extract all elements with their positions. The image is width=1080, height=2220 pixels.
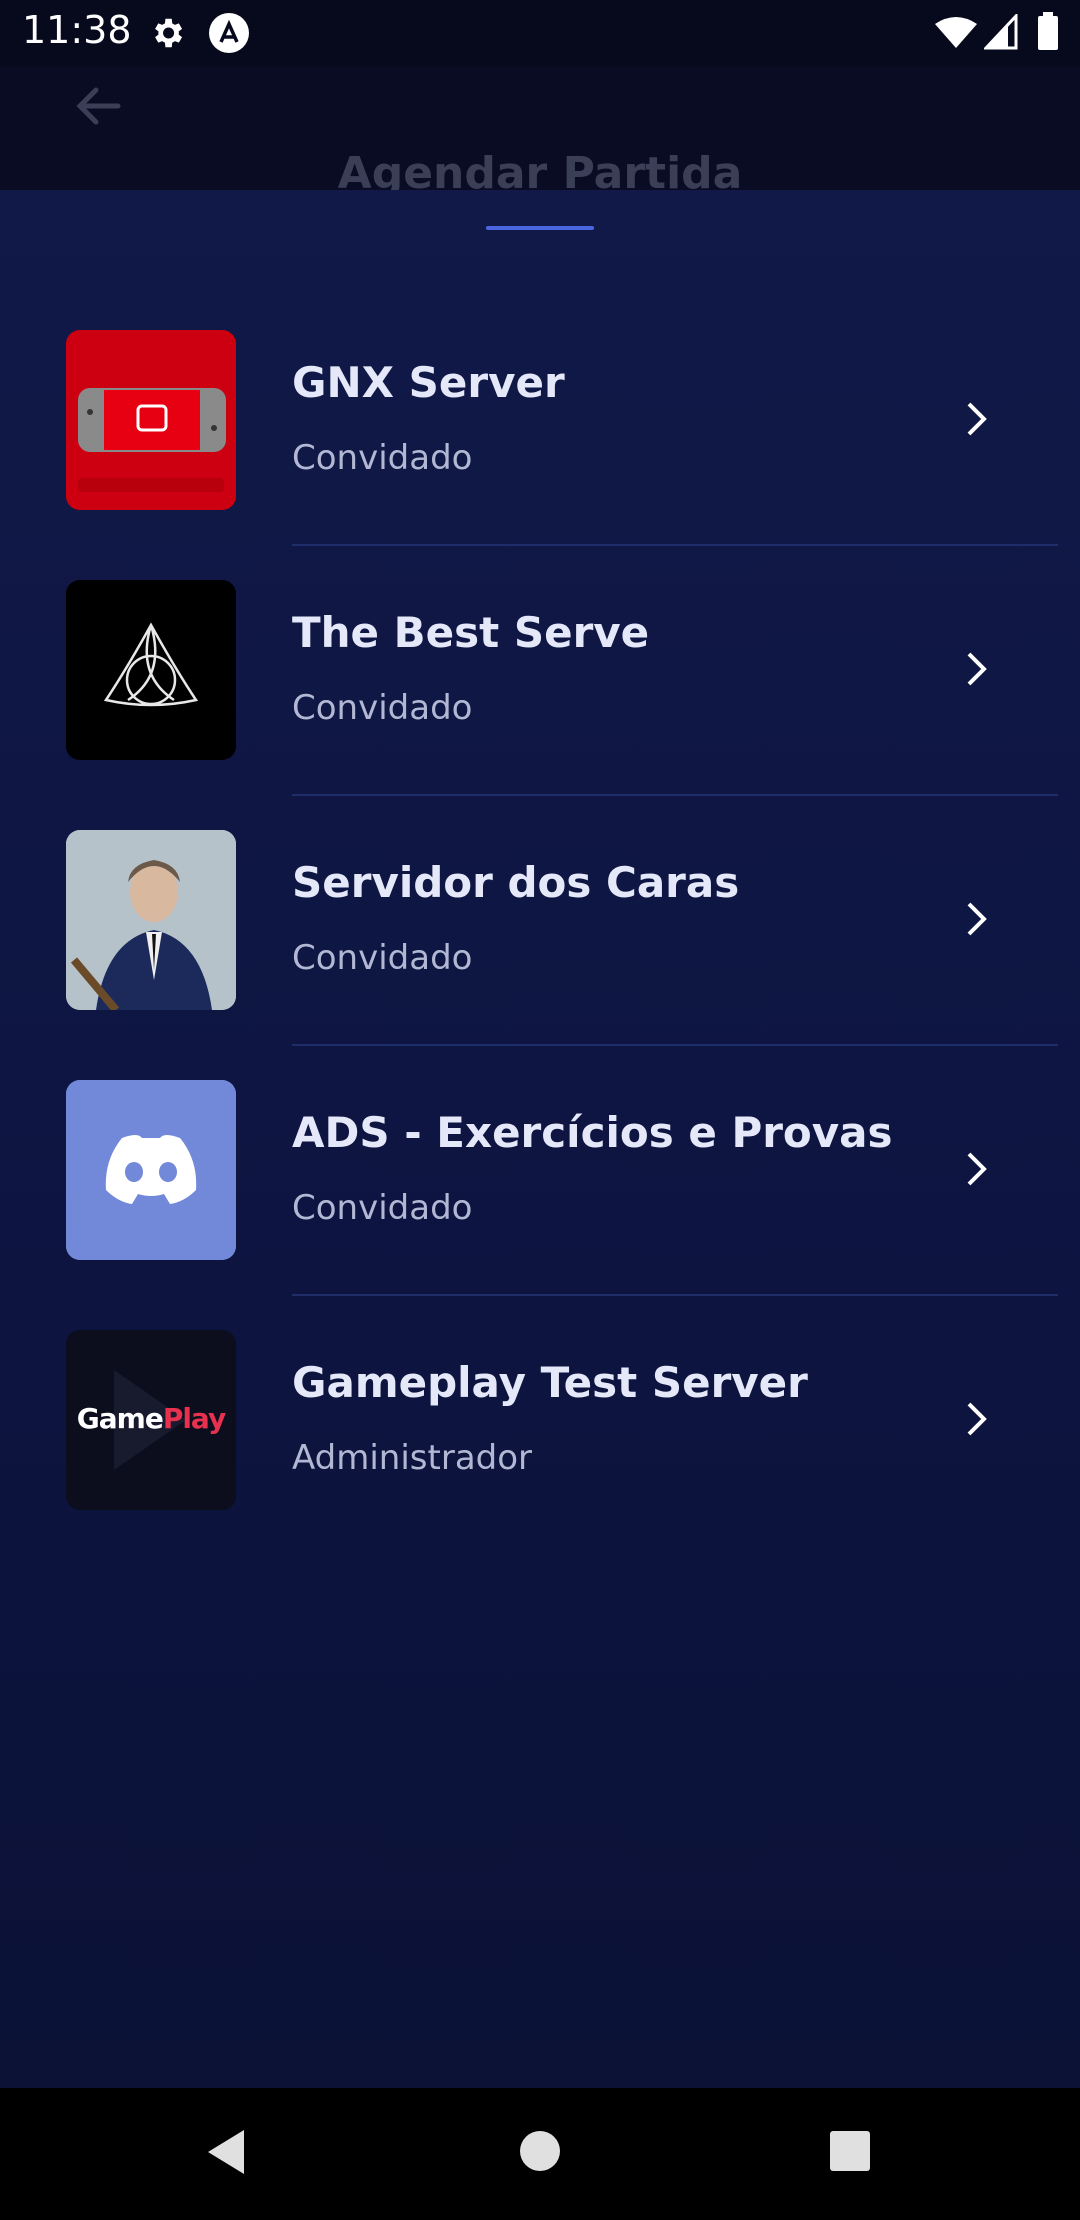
triquetra-icon bbox=[66, 580, 236, 760]
gameplay-logo: GamePlay bbox=[66, 1330, 236, 1510]
chevron-right-icon bbox=[965, 1400, 989, 1442]
divider bbox=[292, 544, 1058, 546]
gameplay-logo-text: GamePlay bbox=[66, 1402, 236, 1435]
server-name: GNX Server bbox=[292, 358, 565, 407]
server-role: Convidado bbox=[292, 938, 473, 978]
chevron-right-icon bbox=[965, 900, 989, 942]
system-nav-bar bbox=[0, 2088, 1080, 2220]
list-item-server[interactable]: Servidor dos Caras Convidado bbox=[0, 830, 1080, 1080]
status-bar: 11:38 bbox=[0, 0, 1080, 66]
back-arrow-icon[interactable] bbox=[74, 86, 122, 130]
server-role: Convidado bbox=[292, 438, 473, 478]
list-item-server[interactable]: The Best Serve Convidado bbox=[0, 580, 1080, 830]
list-item-server[interactable]: ADS - Exercícios e Provas Convidado bbox=[0, 1080, 1080, 1330]
server-role: Convidado bbox=[292, 1188, 473, 1228]
gameplay-logo-text-play: Play bbox=[162, 1402, 226, 1435]
chevron-right-icon bbox=[965, 1150, 989, 1192]
nav-recents-icon[interactable] bbox=[829, 2130, 871, 2176]
server-name: The Best Serve bbox=[292, 608, 650, 657]
list-item-server[interactable]: GNX Server Convidado bbox=[0, 330, 1080, 580]
nav-back-icon[interactable] bbox=[206, 2128, 246, 2180]
discord-icon bbox=[66, 1080, 236, 1260]
chevron-right-icon bbox=[965, 650, 989, 692]
wifi-icon bbox=[934, 16, 978, 54]
status-time: 11:38 bbox=[22, 8, 132, 52]
app-header: Agendar Partida bbox=[0, 66, 1080, 198]
divider bbox=[292, 1294, 1058, 1296]
nintendo-switch-icon bbox=[66, 330, 236, 510]
list-item-server[interactable]: GamePlay Gameplay Test Server Administra… bbox=[0, 1330, 1080, 1580]
server-name: ADS - Exercícios e Provas bbox=[292, 1108, 893, 1157]
divider bbox=[292, 794, 1058, 796]
app-logo-icon bbox=[208, 12, 250, 58]
server-name: Servidor dos Caras bbox=[292, 858, 740, 907]
settings-icon bbox=[148, 14, 186, 56]
sheet-drag-handle[interactable] bbox=[486, 226, 594, 230]
divider bbox=[292, 1044, 1058, 1046]
signal-icon bbox=[982, 12, 1018, 54]
server-select-sheet: GNX Server Convidado The Best Serve Conv… bbox=[0, 190, 1080, 2088]
portrait-photo bbox=[66, 830, 236, 1010]
server-role: Administrador bbox=[292, 1438, 533, 1478]
battery-icon bbox=[1036, 12, 1060, 56]
chevron-right-icon bbox=[965, 400, 989, 442]
server-name: Gameplay Test Server bbox=[292, 1358, 808, 1407]
nav-home-icon[interactable] bbox=[519, 2130, 561, 2176]
server-role: Convidado bbox=[292, 688, 473, 728]
gameplay-logo-text-game: Game bbox=[76, 1402, 164, 1435]
